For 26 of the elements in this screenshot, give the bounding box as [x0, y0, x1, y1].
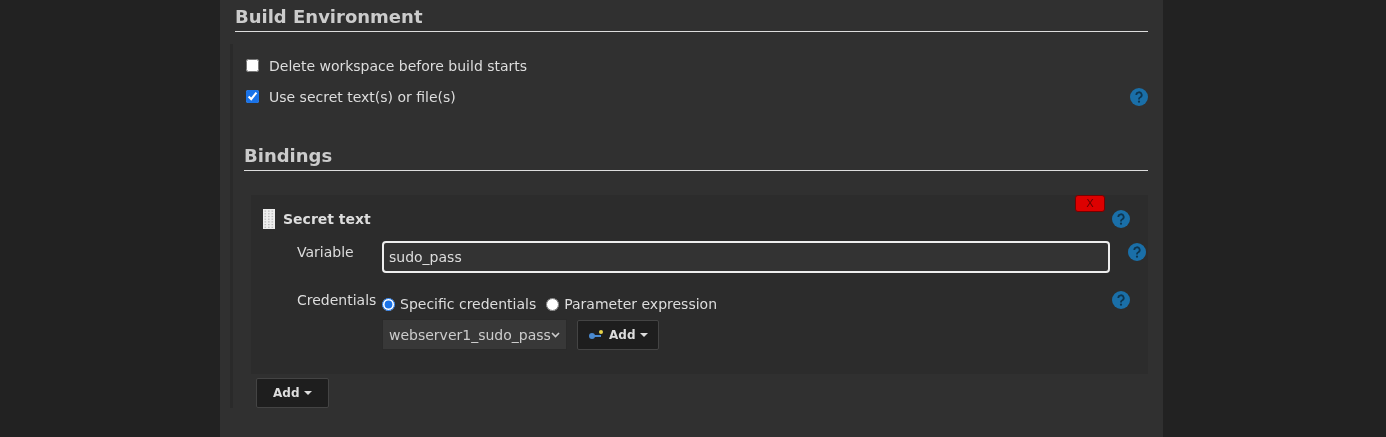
checkbox[interactable]	[246, 59, 259, 72]
checkbox-label: Delete workspace before build starts	[269, 57, 529, 74]
section-heading: Bindings	[244, 145, 1148, 171]
radio-button[interactable]	[546, 297, 560, 311]
help-icon[interactable]	[1130, 87, 1148, 106]
section-heading: Build Environment	[235, 6, 1148, 32]
checkbox-label: Use secret text(s) or file(s)	[269, 88, 457, 105]
help-icon[interactable]	[1112, 210, 1130, 228]
add-credentials-button[interactable]: Add	[577, 319, 660, 350]
credentials-select[interactable]: webserver1_sudo_pass	[382, 319, 567, 350]
radio-option[interactable]: Specific credentials	[382, 296, 537, 312]
caret-icon	[304, 391, 313, 395]
help-icon[interactable]	[1128, 243, 1146, 261]
add-button[interactable]: Add	[256, 378, 330, 408]
drag-handle-icon[interactable]	[263, 209, 275, 229]
field-label: Credentials	[296, 291, 378, 308]
checkbox[interactable]	[246, 90, 259, 103]
caret-icon	[640, 332, 649, 337]
help-icon[interactable]	[1112, 291, 1130, 309]
radio-option[interactable]: Parameter expression	[546, 296, 718, 312]
chevron-down-icon	[551, 331, 560, 338]
radio-button[interactable]	[382, 297, 395, 311]
field-label: Variable	[296, 243, 355, 260]
binding-title: Secret text	[283, 211, 372, 227]
key-icon	[588, 329, 604, 340]
variable-field[interactable]: sudo_pass	[382, 241, 1110, 273]
